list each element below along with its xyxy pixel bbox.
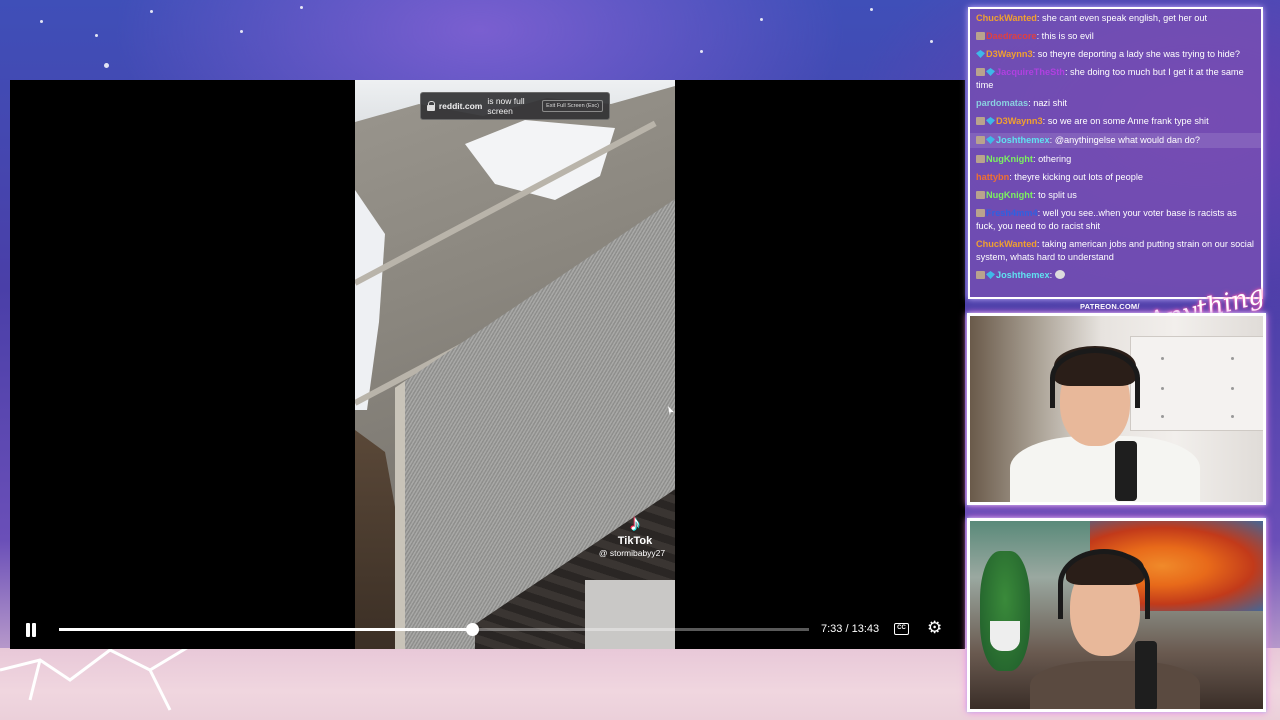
exit-fullscreen-button[interactable]: Exit Full Screen (Esc) — [542, 100, 603, 112]
sub-badge-icon — [976, 136, 985, 144]
chat-username[interactable]: ChuckWanted — [976, 13, 1037, 23]
fullscreen-notification: reddit.com is now full screen Exit Full … — [420, 92, 610, 120]
chat-username[interactable]: ChuckWanted — [976, 239, 1037, 249]
sub-badge-icon — [976, 191, 985, 199]
sub-badge-icon — [976, 155, 985, 163]
chat-text: @anythingelse what would dan do? — [1054, 135, 1200, 145]
sub-badge-icon — [976, 68, 985, 76]
fullscreen-message: is now full screen — [487, 96, 525, 116]
time-display: 7:33 / 13:43 — [821, 623, 880, 635]
emote-icon — [1054, 270, 1065, 279]
chat-message: NugKnight: othering — [976, 153, 1255, 166]
chat-text: she cant even speak english, get her out — [1042, 13, 1208, 23]
diamond-badge-icon — [986, 136, 995, 144]
progress-bar[interactable] — [59, 623, 809, 636]
patreon-link: PATREON.COM/ — [1080, 302, 1140, 311]
tiktok-handle: @ stormibabyy27 — [598, 548, 666, 558]
lock-icon — [427, 101, 435, 111]
chat-message: D3Waynn3: so we are on some Anne frank t… — [976, 115, 1255, 128]
chat-username[interactable]: Fresh4mm4 — [986, 208, 1038, 218]
chat-username[interactable]: D3Waynn3 — [986, 49, 1033, 59]
tiktok-logo-icon: ♪ — [629, 510, 641, 535]
gear-icon[interactable]: ⚙ — [927, 619, 943, 636]
progress-thumb[interactable] — [465, 623, 479, 636]
fullscreen-domain: reddit.com — [438, 101, 483, 111]
chat-message: Joshthemex: — [976, 269, 1255, 282]
video-frame[interactable]: reddit.com is now full screen Exit Full … — [355, 80, 675, 649]
video-player[interactable]: reddit.com is now full screen Exit Full … — [10, 80, 965, 649]
chat-panel: ChuckWanted: she cant even speak english… — [968, 7, 1263, 299]
closed-captions-icon[interactable]: CC — [894, 623, 909, 635]
chat-message: hattybn: theyre kicking out lots of peop… — [976, 172, 1143, 182]
chat-message: Daedracore: this is so evil — [976, 30, 1255, 43]
diamond-badge-icon — [986, 68, 995, 76]
chat-message: NugKnight: to split us — [976, 189, 1255, 202]
chat-text: othering — [1038, 154, 1072, 164]
sub-badge-icon — [976, 32, 985, 40]
progress-fill — [59, 628, 472, 631]
webcam-streamer-2 — [967, 518, 1266, 712]
chat-message: Fresh4mm4: well you see..when your voter… — [976, 208, 1237, 231]
chat-text: so theyre deporting a lady she was tryin… — [1037, 49, 1240, 59]
chat-username[interactable]: NugKnight — [986, 190, 1033, 200]
chat-text: theyre kicking out lots of people — [1014, 172, 1143, 182]
chat-username[interactable]: JacquireTheSth — [996, 67, 1065, 77]
plant — [980, 551, 1030, 671]
chat-message: pardomatas: nazi shit — [976, 98, 1067, 108]
chat-message: ChuckWanted: taking american jobs and pu… — [976, 239, 1254, 262]
chat-message: D3Waynn3: so theyre deporting a lady she… — [976, 48, 1255, 61]
tiktok-brand: TikTok — [617, 535, 653, 547]
chat-message: Joshthemex: @anythingelse what would dan… — [970, 133, 1261, 148]
chat-text: nazi shit — [1033, 98, 1067, 108]
chat-message: ChuckWanted: she cant even speak english… — [976, 13, 1208, 23]
chat-username[interactable]: hattybn — [976, 172, 1009, 182]
chat-username[interactable]: NugKnight — [986, 154, 1033, 164]
tiktok-watermark: ♪ TikTok @ stormibabyy27 — [595, 510, 675, 559]
chat-text: to split us — [1038, 190, 1077, 200]
diamond-badge-icon — [986, 271, 995, 279]
chat-username[interactable]: Joshthemex — [996, 135, 1050, 145]
sub-badge-icon — [976, 271, 985, 279]
diamond-badge-icon — [976, 50, 985, 58]
webcam-streamer-1 — [967, 313, 1266, 505]
chat-username[interactable]: Daedracore — [986, 31, 1037, 41]
chat-username[interactable]: pardomatas — [976, 98, 1028, 108]
chat-message: JacquireTheSth: she doing too much but I… — [976, 67, 1244, 90]
chat-username[interactable]: D3Waynn3 — [996, 116, 1043, 126]
chat-text: so we are on some Anne frank type shit — [1047, 116, 1209, 126]
sub-badge-icon — [976, 117, 985, 125]
diamond-badge-icon — [986, 117, 995, 125]
sub-badge-icon — [976, 209, 985, 217]
pause-icon[interactable] — [24, 623, 38, 637]
player-controls: 7:33 / 13:43 CC ⚙ — [10, 615, 965, 645]
dresser — [1130, 336, 1263, 431]
chat-username[interactable]: Joshthemex — [996, 270, 1050, 280]
chat-text: this is so evil — [1041, 31, 1094, 41]
